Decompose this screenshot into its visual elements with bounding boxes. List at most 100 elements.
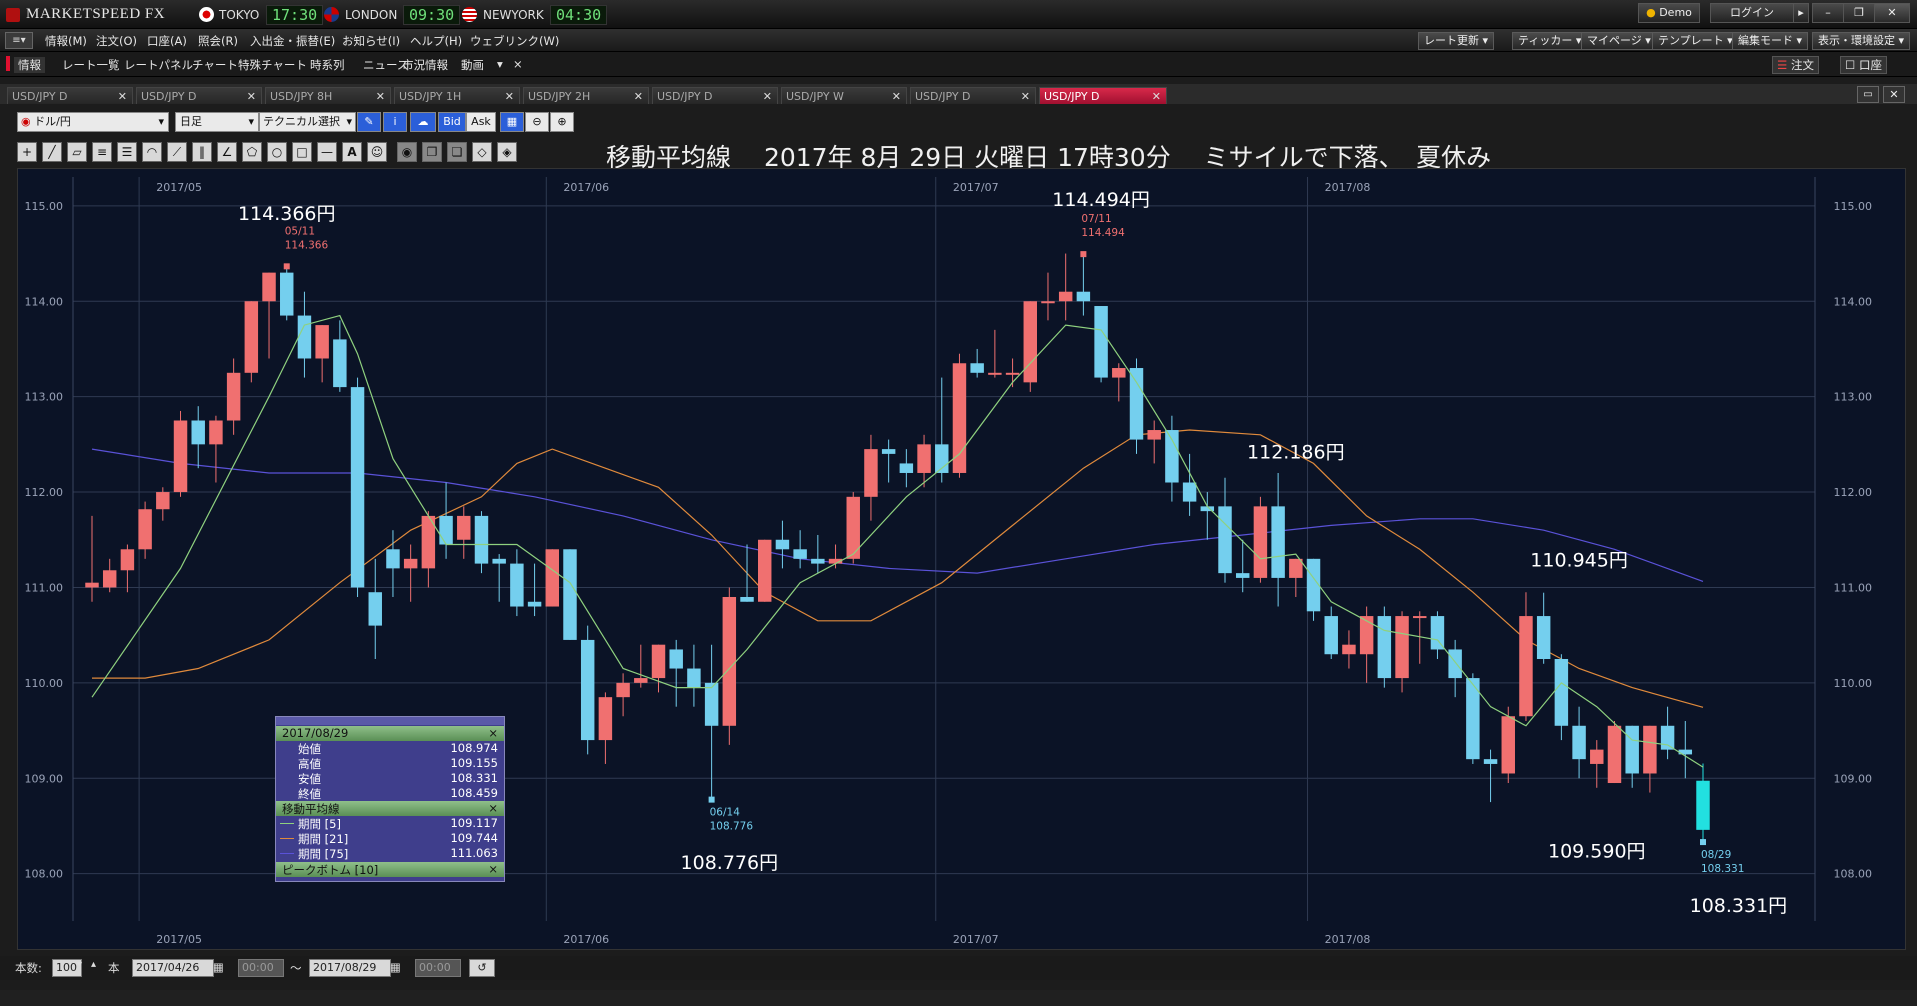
info-icon[interactable]: i: [383, 112, 407, 132]
candle-body[interactable]: [1112, 368, 1126, 378]
candle-body[interactable]: [1413, 616, 1427, 619]
candle-body[interactable]: [244, 301, 259, 373]
login-button[interactable]: ログイン: [1710, 3, 1794, 23]
candle-body[interactable]: [651, 644, 666, 679]
candle-body[interactable]: [580, 639, 595, 741]
close-subbar-icon[interactable]: ×: [513, 57, 523, 71]
candle-body[interactable]: [474, 515, 489, 564]
tab-chart[interactable]: USD/JPY D ✕: [136, 87, 262, 104]
fan-tool-icon[interactable]: ⟋: [167, 142, 187, 162]
candle-body[interactable]: [1359, 616, 1374, 655]
eraser-tool-icon[interactable]: ◇: [472, 142, 492, 162]
candle-body[interactable]: [616, 682, 630, 698]
candle-body[interactable]: [704, 682, 719, 726]
data-window[interactable]: 2017/08/29 × 始値 108.974 高値 109.155 安値 108.3…: [275, 716, 505, 882]
close-icon[interactable]: ×: [488, 801, 498, 815]
candle-body[interactable]: [262, 272, 276, 302]
crosshair-tool-icon[interactable]: +: [17, 142, 37, 162]
candle-body[interactable]: [864, 449, 878, 497]
candle-body[interactable]: [1430, 616, 1445, 650]
chart-type-icon[interactable]: ☁: [410, 112, 436, 132]
candle-body[interactable]: [1271, 506, 1285, 578]
candle-body[interactable]: [350, 387, 365, 588]
horizontal-lines-tool-icon[interactable]: ≡: [92, 142, 112, 162]
tab-chart[interactable]: USD/JPY 1H ✕: [394, 87, 520, 104]
angle-tool-icon[interactable]: ∠: [217, 142, 237, 162]
candle-body[interactable]: [1094, 306, 1108, 378]
candle-body[interactable]: [1395, 616, 1409, 679]
zoom-out-icon[interactable]: ⊖: [525, 112, 549, 132]
candle-body[interactable]: [1519, 616, 1533, 717]
tab-close-icon[interactable]: ✕: [763, 88, 772, 105]
candle-body[interactable]: [722, 596, 737, 726]
toolbar-dropdown-button[interactable]: 表示・環境設定 ▾: [1812, 32, 1911, 50]
menu-item[interactable]: 照会(R): [198, 33, 238, 49]
candle-body[interactable]: [173, 420, 188, 493]
info-button[interactable]: 情報: [14, 57, 45, 73]
ruler-tool-icon[interactable]: ▱: [67, 142, 87, 162]
tab-chart[interactable]: USD/JPY D ✕: [7, 87, 133, 104]
circle-tool-icon[interactable]: ○: [267, 142, 287, 162]
tab-close-icon[interactable]: ✕: [892, 88, 901, 105]
text-tool-icon[interactable]: A: [342, 142, 362, 162]
login-arrow-button[interactable]: ▸: [1793, 3, 1809, 23]
candle-body[interactable]: [156, 492, 170, 510]
close-icon[interactable]: ×: [488, 726, 498, 740]
candle-body[interactable]: [1572, 725, 1586, 760]
more-dropdown-icon[interactable]: ▾: [497, 57, 503, 71]
candle-body[interactable]: [226, 372, 241, 421]
reset-icon[interactable]: ↺: [469, 959, 495, 977]
candle-body[interactable]: [1660, 725, 1675, 750]
vertical-lines-tool-icon[interactable]: ‖: [192, 142, 212, 162]
candle-body[interactable]: [1696, 780, 1710, 830]
candle-body[interactable]: [1005, 372, 1020, 375]
subtoolbar-item[interactable]: 時系列: [310, 57, 345, 73]
period-select[interactable]: 日足 ▾: [175, 112, 259, 132]
camera-tool-icon[interactable]: ◉: [397, 142, 417, 162]
candle-body[interactable]: [545, 549, 560, 607]
candle-body[interactable]: [191, 420, 205, 445]
candle-body[interactable]: [1147, 430, 1161, 440]
currency-pair-select[interactable]: ◉ ドル/円 ▾: [17, 112, 169, 132]
candle-body[interactable]: [209, 420, 223, 445]
candle-body[interactable]: [1554, 659, 1569, 726]
candle-body[interactable]: [280, 272, 294, 316]
candle-body[interactable]: [120, 549, 135, 571]
subtoolbar-item[interactable]: 市況情報: [402, 57, 448, 73]
candle-body[interactable]: [1342, 644, 1356, 655]
candle-body[interactable]: [1165, 430, 1179, 483]
candle-body[interactable]: [457, 515, 471, 540]
toolbar-dropdown-button[interactable]: テンプレート ▾: [1652, 32, 1739, 50]
count-up-icon[interactable]: ▴: [91, 959, 96, 970]
candle-body[interactable]: [598, 697, 613, 741]
candle-body[interactable]: [1235, 573, 1250, 578]
hamburger-menu-icon[interactable]: ≡▾: [5, 32, 33, 49]
candle-body[interactable]: [1182, 482, 1197, 502]
layout-icon[interactable]: ▦: [500, 112, 524, 132]
candle-body[interactable]: [403, 558, 418, 569]
subtoolbar-item[interactable]: チャート: [192, 57, 238, 73]
tab-chart[interactable]: USD/JPY 2H ✕: [523, 87, 649, 104]
candle-body[interactable]: [85, 582, 99, 588]
candle-body[interactable]: [1625, 725, 1639, 774]
multi-lines-tool-icon[interactable]: ☰: [117, 142, 137, 162]
tab-close-icon[interactable]: ✕: [1152, 88, 1161, 105]
subtoolbar-item[interactable]: レート一覧: [62, 57, 120, 73]
candle-body[interactable]: [1377, 616, 1392, 679]
demo-button[interactable]: ● Demo: [1638, 3, 1700, 23]
count-dropdown-icon[interactable]: ▾: [77, 959, 82, 970]
candle-body[interactable]: [1483, 759, 1498, 764]
hline-tool-icon[interactable]: —: [317, 142, 337, 162]
maximize-chart-icon[interactable]: ▭: [1857, 86, 1879, 103]
menu-item[interactable]: 情報(M): [45, 33, 87, 49]
ask-button[interactable]: Ask: [466, 112, 496, 132]
candle-body[interactable]: [333, 339, 347, 388]
tab-chart[interactable]: USD/JPY W ✕: [781, 87, 907, 104]
candle-body[interactable]: [315, 325, 329, 359]
menu-item[interactable]: 口座(A): [147, 33, 187, 49]
candle-body[interactable]: [1289, 558, 1303, 578]
candle-body[interactable]: [988, 372, 1002, 375]
subtoolbar-item[interactable]: 動画: [461, 57, 484, 73]
candle-body[interactable]: [527, 601, 542, 607]
candle-body[interactable]: [634, 678, 648, 683]
